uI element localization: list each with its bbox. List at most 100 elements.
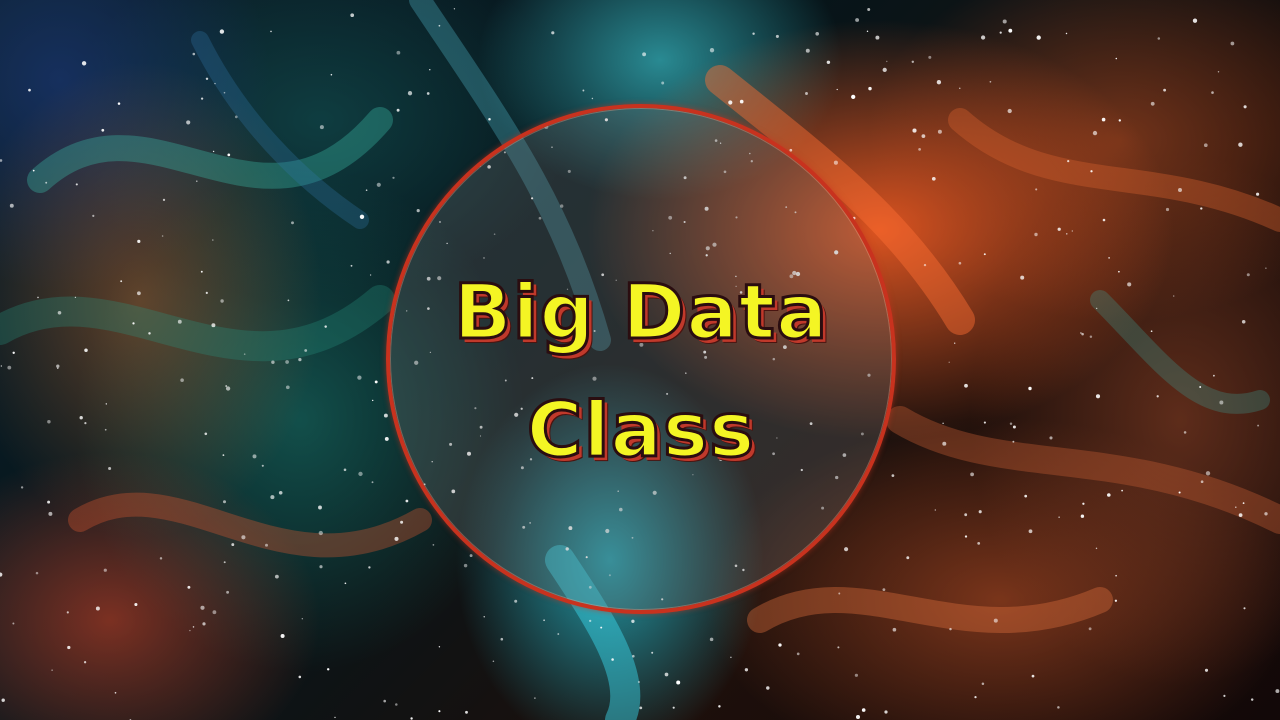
star bbox=[56, 364, 60, 368]
star bbox=[159, 557, 163, 560]
star bbox=[884, 710, 888, 714]
star bbox=[954, 342, 956, 344]
star bbox=[57, 311, 62, 315]
star bbox=[0, 365, 2, 367]
star bbox=[274, 574, 279, 579]
star bbox=[374, 380, 378, 384]
star bbox=[212, 610, 217, 615]
star bbox=[1107, 493, 1111, 497]
star bbox=[875, 35, 880, 40]
star bbox=[117, 102, 121, 105]
star bbox=[1150, 330, 1153, 333]
star bbox=[1080, 514, 1085, 518]
star bbox=[214, 82, 216, 85]
star bbox=[204, 432, 208, 436]
star bbox=[148, 332, 151, 335]
star bbox=[285, 360, 289, 364]
star bbox=[187, 585, 191, 589]
star bbox=[226, 590, 230, 594]
star bbox=[949, 627, 952, 631]
star bbox=[1095, 394, 1101, 399]
star bbox=[79, 416, 83, 420]
star bbox=[20, 486, 24, 489]
star bbox=[261, 464, 264, 467]
star bbox=[977, 542, 981, 545]
star bbox=[74, 296, 77, 298]
star bbox=[637, 680, 641, 684]
star bbox=[631, 619, 635, 623]
star bbox=[383, 699, 387, 703]
star bbox=[1256, 192, 1260, 196]
star bbox=[192, 626, 195, 628]
star bbox=[1090, 170, 1093, 173]
star bbox=[942, 441, 947, 446]
star bbox=[280, 634, 285, 638]
star bbox=[180, 378, 184, 382]
star bbox=[936, 80, 942, 85]
star bbox=[744, 668, 749, 672]
star bbox=[728, 100, 733, 105]
star bbox=[1008, 28, 1013, 33]
star bbox=[12, 622, 15, 625]
star bbox=[483, 616, 485, 618]
star bbox=[1, 698, 5, 702]
star bbox=[1020, 275, 1025, 280]
title-line-1: Big Data bbox=[452, 267, 829, 356]
star bbox=[1203, 143, 1208, 148]
star bbox=[958, 261, 962, 265]
star bbox=[851, 94, 856, 100]
star bbox=[429, 69, 431, 71]
star bbox=[137, 239, 141, 243]
star bbox=[1217, 71, 1220, 73]
star bbox=[114, 691, 117, 694]
star bbox=[400, 520, 404, 524]
star bbox=[805, 92, 808, 95]
star bbox=[1012, 425, 1016, 429]
star bbox=[92, 214, 95, 217]
star bbox=[132, 322, 135, 325]
star bbox=[1199, 386, 1202, 388]
star bbox=[1035, 188, 1038, 191]
star bbox=[189, 629, 191, 632]
star bbox=[1183, 431, 1187, 434]
star bbox=[974, 695, 977, 699]
star bbox=[211, 239, 214, 241]
star bbox=[211, 323, 216, 328]
star bbox=[1012, 440, 1015, 443]
star bbox=[664, 672, 669, 677]
star bbox=[212, 150, 215, 153]
star bbox=[854, 673, 859, 677]
star bbox=[1049, 436, 1053, 440]
star bbox=[867, 8, 871, 11]
star bbox=[868, 86, 872, 91]
star bbox=[989, 80, 992, 83]
star bbox=[1157, 37, 1161, 40]
star bbox=[350, 264, 353, 267]
star bbox=[1238, 513, 1243, 517]
star bbox=[396, 108, 400, 112]
star bbox=[983, 253, 986, 256]
star bbox=[357, 375, 362, 380]
star bbox=[978, 510, 982, 514]
star bbox=[104, 428, 107, 431]
star bbox=[1066, 233, 1068, 235]
star bbox=[1246, 273, 1250, 277]
star bbox=[304, 349, 308, 352]
star bbox=[205, 77, 209, 81]
star bbox=[1200, 480, 1204, 484]
star bbox=[365, 189, 368, 191]
star bbox=[463, 563, 468, 568]
star bbox=[358, 471, 363, 477]
star bbox=[589, 619, 592, 623]
star bbox=[1115, 57, 1118, 60]
star bbox=[1163, 88, 1167, 92]
star bbox=[196, 180, 198, 182]
star bbox=[1028, 386, 1032, 391]
star bbox=[551, 31, 555, 35]
star bbox=[241, 535, 246, 540]
star bbox=[219, 29, 225, 34]
star bbox=[805, 48, 810, 53]
star bbox=[405, 499, 409, 503]
star bbox=[1082, 502, 1085, 505]
star bbox=[287, 299, 290, 302]
